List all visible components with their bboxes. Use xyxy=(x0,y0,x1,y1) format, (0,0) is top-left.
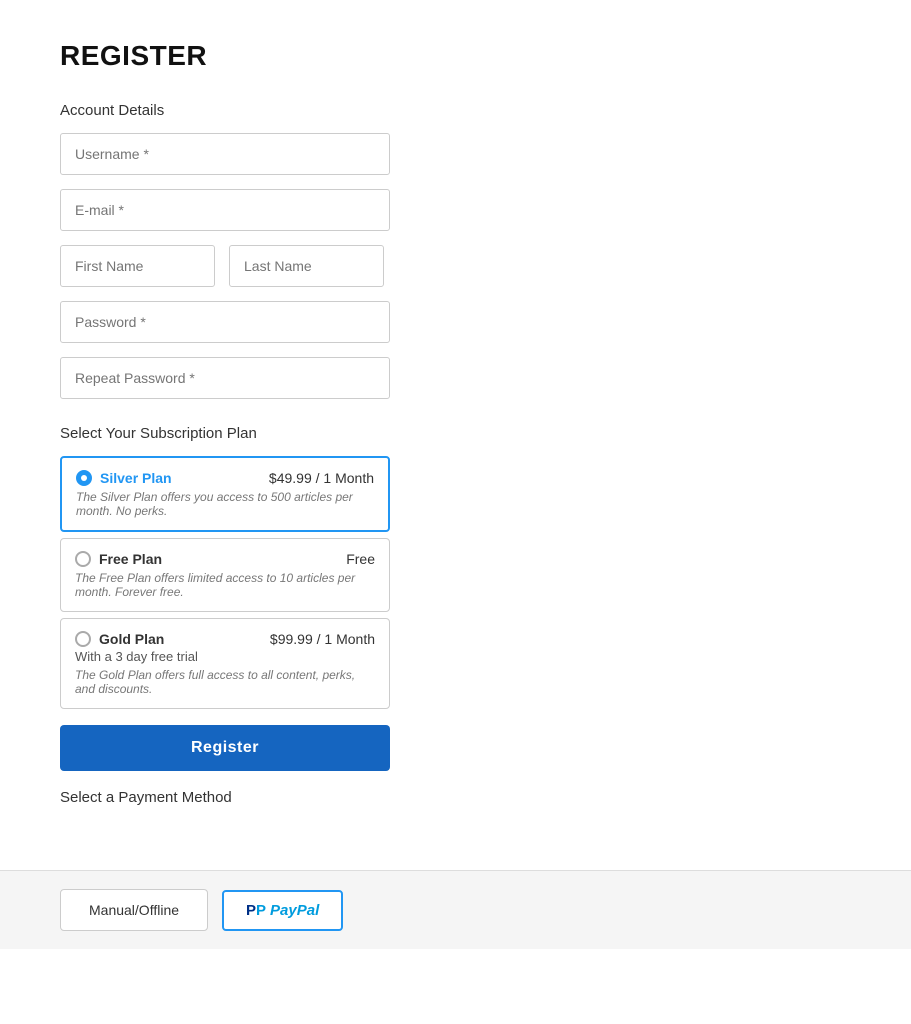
password-input[interactable] xyxy=(60,301,390,343)
payment-footer: Manual/Offline PP PayPal xyxy=(0,870,911,949)
gold-plan-card[interactable]: Gold Plan $99.99 / 1 Month With a 3 day … xyxy=(60,618,390,709)
manual-offline-button[interactable]: Manual/Offline xyxy=(60,889,208,931)
repeat-password-input[interactable] xyxy=(60,357,390,399)
repeat-password-group xyxy=(60,357,640,399)
gold-plan-price: $99.99 / 1 Month xyxy=(270,631,375,647)
username-group xyxy=(60,133,640,175)
gold-plan-radio[interactable] xyxy=(75,631,91,647)
silver-plan-card[interactable]: Silver Plan $49.99 / 1 Month The Silver … xyxy=(60,456,390,532)
email-group xyxy=(60,189,640,231)
free-plan-card[interactable]: Free Plan Free The Free Plan offers limi… xyxy=(60,538,390,612)
gold-plan-description: The Gold Plan offers full access to all … xyxy=(75,668,375,696)
register-button[interactable]: Register xyxy=(60,725,390,771)
username-input[interactable] xyxy=(60,133,390,175)
paypal-logo-icon: PP xyxy=(246,902,266,919)
email-input[interactable] xyxy=(60,189,390,231)
lastname-input[interactable] xyxy=(229,245,384,287)
silver-plan-radio[interactable] xyxy=(76,470,92,486)
payment-label: Select a Payment Method xyxy=(60,789,640,806)
gold-plan-subtitle: With a 3 day free trial xyxy=(75,649,375,664)
paypal-button[interactable]: PP PayPal xyxy=(222,890,343,931)
free-plan-description: The Free Plan offers limited access to 1… xyxy=(75,571,375,599)
paypal-label: PayPal xyxy=(270,902,319,919)
silver-plan-name: Silver Plan xyxy=(100,470,172,486)
silver-plan-description: The Silver Plan offers you access to 500… xyxy=(76,490,374,518)
name-row xyxy=(60,245,640,287)
password-group xyxy=(60,301,640,343)
account-details-label: Account Details xyxy=(60,102,640,119)
free-plan-price: Free xyxy=(346,551,375,567)
gold-plan-name: Gold Plan xyxy=(99,631,164,647)
subscription-label: Select Your Subscription Plan xyxy=(60,425,640,442)
firstname-input[interactable] xyxy=(60,245,215,287)
page-title: REGISTER xyxy=(60,40,640,72)
free-plan-name: Free Plan xyxy=(99,551,162,567)
free-plan-radio[interactable] xyxy=(75,551,91,567)
subscription-section: Select Your Subscription Plan Silver Pla… xyxy=(60,425,640,806)
silver-plan-price: $49.99 / 1 Month xyxy=(269,470,374,486)
